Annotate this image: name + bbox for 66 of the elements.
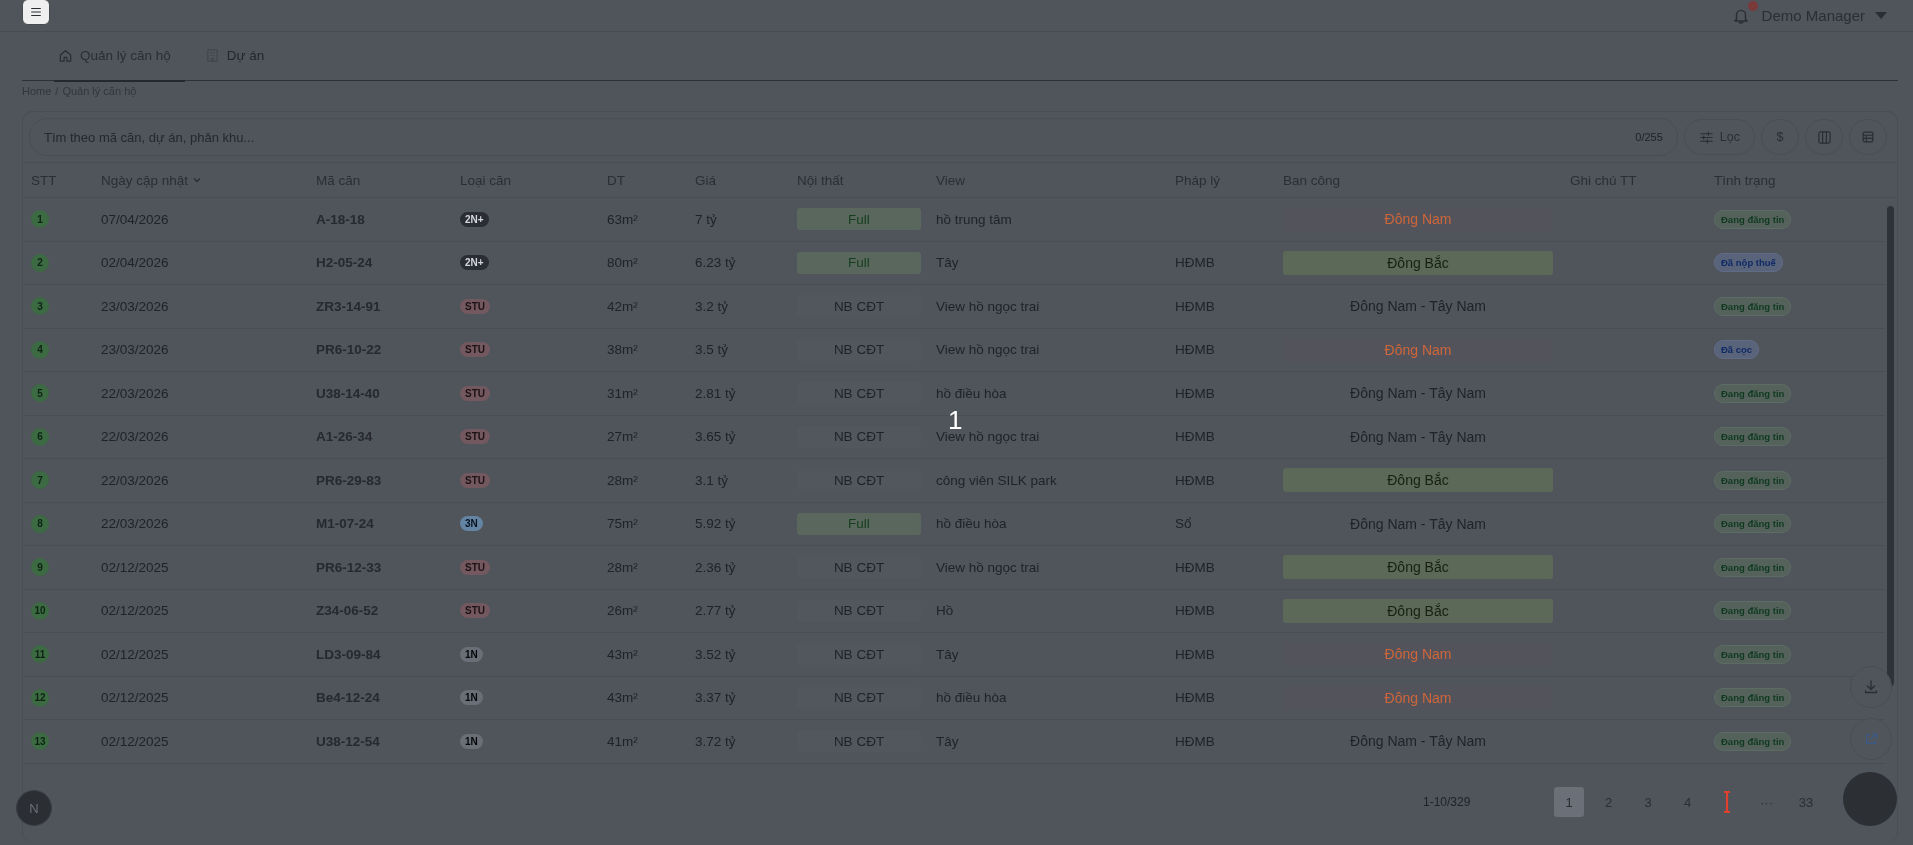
external-link-icon: [1864, 732, 1878, 746]
row-number: 5: [31, 384, 49, 403]
type-tag: STU: [460, 559, 490, 575]
type-tag: STU: [460, 429, 490, 445]
row-number: 2: [31, 253, 49, 272]
balcony-label: Đông Bắc: [1283, 468, 1553, 493]
type-tag: 2N+: [460, 211, 489, 227]
row-number: 12: [31, 688, 49, 707]
status-tag: Đang đăng tin: [1714, 383, 1792, 403]
status-tag: Đang đăng tin: [1714, 644, 1792, 664]
furniture-label: Full: [797, 208, 921, 231]
open-link-button[interactable]: [1850, 718, 1892, 760]
columns-icon: [1816, 129, 1832, 145]
status-tag: Đang đăng tin: [1714, 557, 1792, 577]
status-tag: Đang đăng tin: [1714, 427, 1792, 447]
balcony-label: Đông Bắc: [1283, 598, 1553, 623]
dev-tools-button[interactable]: N: [16, 790, 52, 826]
scrollbar-thumb[interactable]: [1887, 206, 1894, 686]
status-tag: Đang đăng tin: [1714, 470, 1792, 490]
table-icon: [1861, 130, 1875, 144]
text-cursor-icon: [1723, 791, 1731, 813]
type-tag: 3N: [460, 516, 483, 532]
home-icon: [58, 48, 73, 64]
type-tag: STU: [460, 385, 490, 401]
pagination-ellipsis: ···: [1759, 793, 1774, 812]
type-tag: 1N: [460, 690, 483, 706]
furniture-label: Full: [797, 512, 921, 535]
type-tag: STU: [460, 603, 490, 619]
row-number: 13: [31, 732, 49, 751]
status-tag: Đang đăng tin: [1714, 601, 1792, 621]
row-number: 9: [31, 558, 49, 577]
row-number: 11: [31, 645, 49, 664]
furniture-label: Full: [797, 251, 921, 274]
chevron-down-icon[interactable]: [192, 175, 203, 185]
breadcrumb-separator: /: [55, 85, 59, 97]
row-number: 1: [31, 210, 49, 229]
row-number: 3: [31, 297, 49, 316]
type-tag: STU: [460, 342, 490, 358]
notification-badge: [1747, 0, 1758, 11]
row-number: 4: [31, 340, 49, 359]
type-tag: STU: [460, 472, 490, 488]
caret-icon[interactable]: [1875, 11, 1887, 20]
row-number: 7: [31, 471, 49, 490]
balcony-label: Đông Bắc: [1283, 250, 1553, 275]
page-button[interactable]: 1: [1554, 787, 1584, 817]
status-tag: Đang đăng tin: [1714, 296, 1792, 316]
type-tag: 2N+: [460, 255, 489, 271]
status-tag: Đang đăng tin: [1714, 688, 1792, 708]
row-number: 6: [31, 427, 49, 446]
avatar[interactable]: [1843, 772, 1897, 826]
row-number: 10: [31, 601, 49, 620]
download-icon: [1863, 679, 1879, 695]
type-tag: 1N: [460, 733, 483, 749]
step-number: 1: [948, 405, 963, 435]
sliders-icon: [1698, 129, 1714, 145]
status-tag: Đang đăng tin: [1714, 209, 1792, 229]
status-tag: Đang đăng tin: [1714, 731, 1792, 751]
balcony-label: Đông Bắc: [1283, 555, 1553, 580]
status-tag: Đang đăng tin: [1714, 514, 1792, 534]
menu-button[interactable]: [22, 0, 50, 25]
type-tag: 1N: [460, 646, 483, 662]
status-tag: Đã cọc: [1714, 340, 1760, 360]
status-tag: Đã nộp thuế: [1714, 253, 1783, 273]
row-number: 8: [31, 514, 49, 533]
download-button[interactable]: [1850, 666, 1892, 708]
type-tag: STU: [460, 298, 490, 314]
